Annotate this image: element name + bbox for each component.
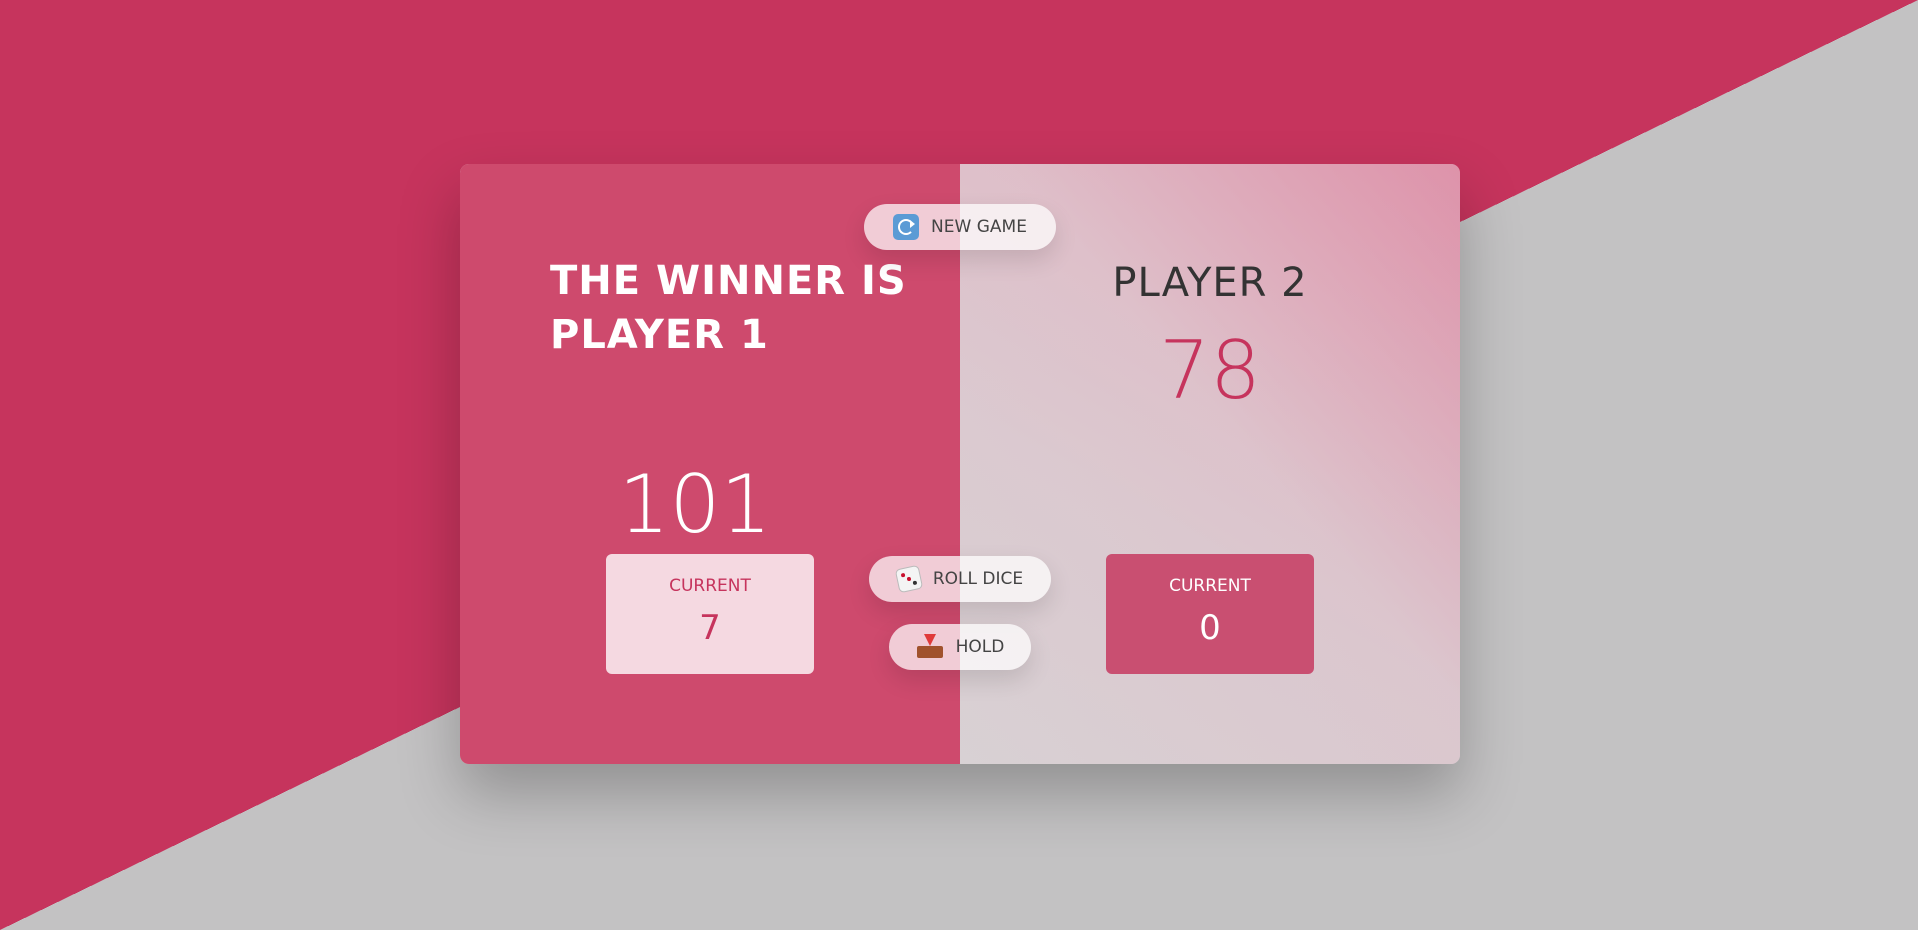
player-1-current-label: CURRENT <box>669 576 751 596</box>
hold-button[interactable]: HOLD <box>889 624 1031 670</box>
player-1-current-box: CURRENT 7 <box>606 554 814 674</box>
player-2-score: 78 <box>1159 324 1261 417</box>
new-game-icon <box>893 214 920 240</box>
dice-icon <box>894 564 924 594</box>
hold-label: HOLD <box>955 637 1005 657</box>
player-2-current-box: CURRENT 0 <box>1106 554 1314 674</box>
player-1-name: THE WINNER IS PLAYER 1 <box>550 258 907 358</box>
player-1-score: 101 <box>618 458 772 551</box>
inbox-tray-icon <box>916 634 944 660</box>
roll-dice-label: ROLL DICE <box>932 569 1024 589</box>
roll-dice-button[interactable]: ROLL DICE <box>869 556 1051 602</box>
new-game-label: NEW GAME <box>931 217 1027 237</box>
game-board: THE WINNER IS PLAYER 1 101 CURRENT 7 PLA… <box>460 164 1460 764</box>
player-1-panel: THE WINNER IS PLAYER 1 101 CURRENT 7 <box>460 164 960 764</box>
player-2-panel: PLAYER 2 78 CURRENT 0 <box>960 164 1460 764</box>
new-game-button[interactable]: NEW GAME <box>864 204 1056 250</box>
player-2-name: PLAYER 2 <box>1112 260 1308 306</box>
player-2-current-label: CURRENT <box>1169 576 1251 596</box>
player-1-current-score: 7 <box>699 608 721 648</box>
player-2-current-score: 0 <box>1199 608 1221 648</box>
